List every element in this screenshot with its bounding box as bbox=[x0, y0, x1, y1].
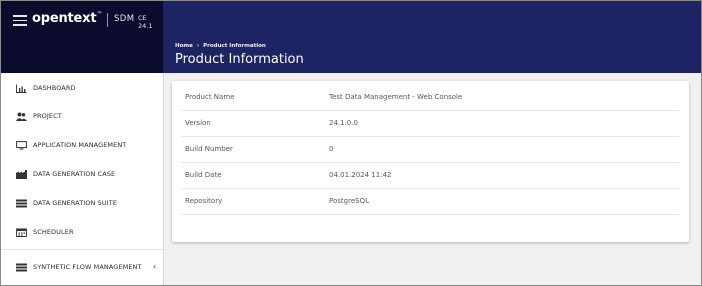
brand-divider bbox=[107, 13, 108, 27]
sidebar-item-label: APPLICATION MANAGEMENT bbox=[33, 141, 127, 149]
factory-icon bbox=[16, 170, 27, 179]
sidebar-item-label: PROJECT bbox=[33, 112, 62, 120]
sidebar-item-scheduler[interactable]: SCHEDULER bbox=[1, 219, 163, 248]
main-content: Product Name Test Data Management - Web … bbox=[164, 73, 701, 285]
info-key: Build Date bbox=[185, 171, 222, 179]
info-key: Repository bbox=[185, 197, 223, 205]
monitor-icon bbox=[16, 141, 27, 150]
breadcrumb: Home › Product Information bbox=[175, 43, 266, 49]
info-value: Test Data Management - Web Console bbox=[329, 93, 463, 101]
info-row-repository: Repository PostgreSQL bbox=[181, 188, 679, 215]
sidebar-item-project[interactable]: PROJECT bbox=[1, 103, 163, 132]
product-code: SDM bbox=[114, 14, 135, 24]
sidebar-item-synthetic-flow-management[interactable]: SYNTHETIC FLOW MANAGEMENT ‹ bbox=[1, 254, 163, 283]
calendar-icon bbox=[16, 228, 27, 237]
top-bar-header: Home › Product Information Product Informa… bbox=[163, 1, 701, 73]
info-key: Product Name bbox=[185, 93, 235, 101]
sidebar-item-dashboard[interactable]: DASHBOARD bbox=[1, 75, 163, 104]
breadcrumb-home[interactable]: Home bbox=[175, 43, 193, 49]
top-bar-left: opentext™ SDM CE 24.1 bbox=[1, 1, 163, 73]
chevron-left-icon[interactable]: ‹ bbox=[153, 262, 156, 271]
sidebar: DASHBOARD PROJECT APPLICATION MANAGEMENT… bbox=[1, 73, 164, 285]
info-row-build-number: Build Number 0 bbox=[181, 136, 679, 163]
version-tag: CE 24.1 bbox=[138, 14, 153, 30]
sidebar-item-data-generation-suite[interactable]: DATA GENERATION SUITE bbox=[1, 190, 163, 219]
info-row-version: Version 24.1.0.0 bbox=[181, 110, 679, 137]
chart-icon bbox=[16, 84, 27, 93]
sidebar-item-label: SCHEDULER bbox=[33, 228, 74, 236]
info-value: 04.01.2024 11:42 bbox=[329, 171, 392, 179]
page-title: Product Information bbox=[175, 52, 304, 67]
product-info-card: Product Name Test Data Management - Web … bbox=[172, 81, 689, 242]
sidebar-item-application-management[interactable]: APPLICATION MANAGEMENT bbox=[1, 132, 163, 161]
sidebar-item-data-generation-case[interactable]: DATA GENERATION CASE bbox=[1, 161, 163, 190]
brand-logo: opentext™ bbox=[32, 11, 103, 26]
list-icon bbox=[16, 199, 27, 208]
info-key: Version bbox=[185, 119, 211, 127]
sidebar-item-label: DATA GENERATION CASE bbox=[33, 170, 116, 178]
info-row-product-name: Product Name Test Data Management - Web … bbox=[181, 84, 679, 111]
info-row-build-date: Build Date 04.01.2024 11:42 bbox=[181, 162, 679, 189]
sidebar-item-label: DATA GENERATION SUITE bbox=[33, 199, 118, 207]
info-value: 24.1.0.0 bbox=[329, 119, 358, 127]
breadcrumb-current: Product Information bbox=[203, 43, 266, 49]
sidebar-item-label: SYNTHETIC FLOW MANAGEMENT bbox=[33, 263, 142, 271]
info-key: Build Number bbox=[185, 145, 233, 153]
sidebar-divider bbox=[1, 249, 163, 250]
breadcrumb-separator: › bbox=[196, 43, 200, 49]
sidebar-item-label: DASHBOARD bbox=[33, 84, 76, 92]
info-value: 0 bbox=[329, 145, 334, 153]
users-icon bbox=[16, 112, 27, 121]
list-icon bbox=[16, 263, 27, 272]
hamburger-menu-icon[interactable] bbox=[13, 15, 27, 26]
info-value: PostgreSQL bbox=[329, 197, 369, 205]
